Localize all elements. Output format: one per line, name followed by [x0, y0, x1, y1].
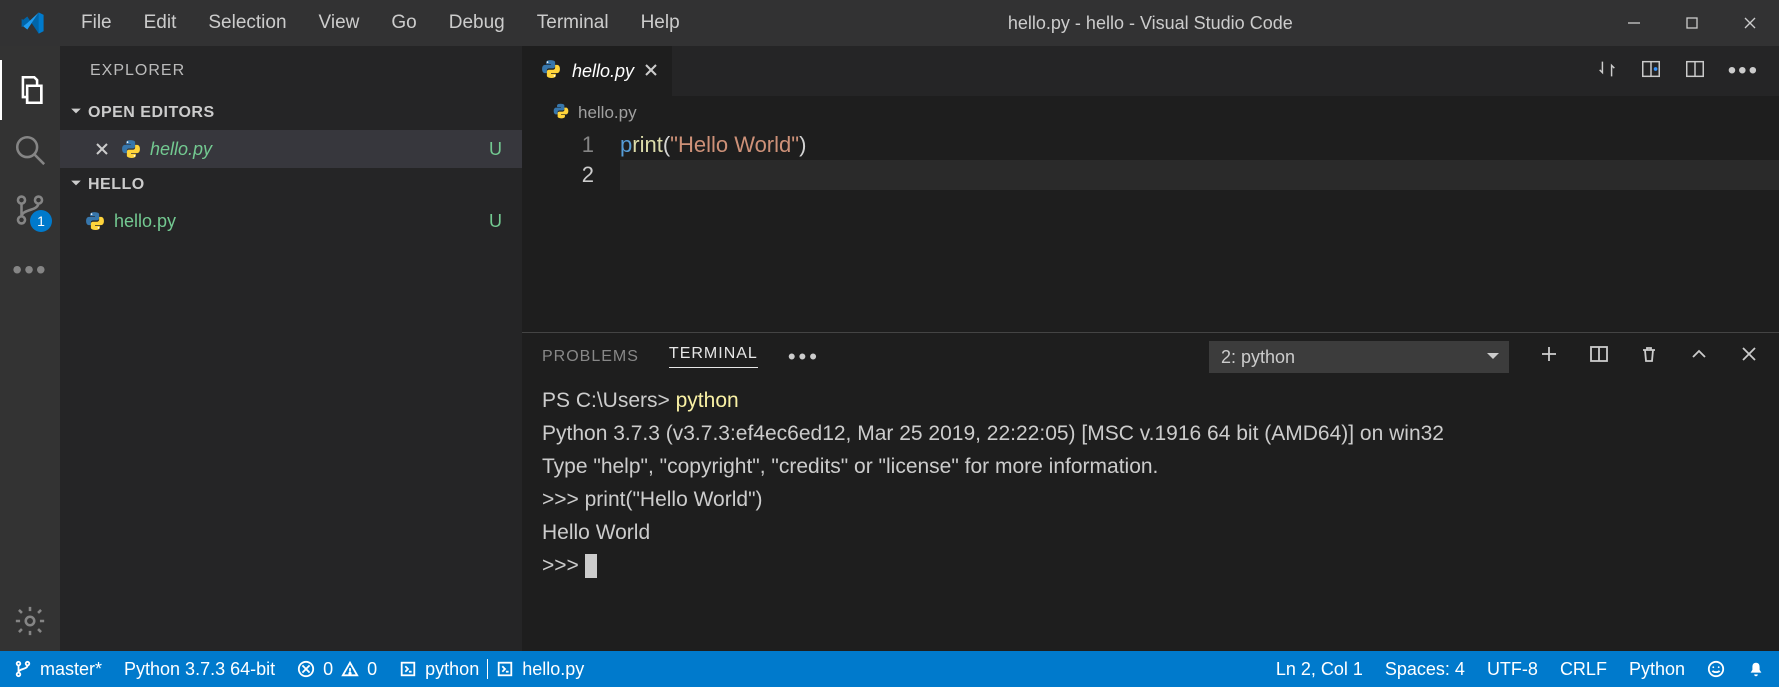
terminal-dropdown[interactable]: 2: python [1209, 341, 1509, 373]
chevron-down-icon [70, 176, 82, 194]
compare-changes-icon[interactable] [1596, 58, 1618, 85]
minimize-button[interactable] [1605, 0, 1663, 46]
status-run[interactable]: python hello.py [399, 659, 584, 680]
status-encoding[interactable]: UTF-8 [1487, 659, 1538, 680]
menu-terminal[interactable]: Terminal [521, 0, 625, 46]
scm-badge: 1 [30, 210, 52, 232]
editor-area: hello.py ••• hello.py 1 2 print( [522, 46, 1779, 651]
window-title: hello.py - hello - Visual Studio Code [696, 13, 1605, 34]
new-terminal-icon[interactable] [1539, 344, 1559, 369]
breadcrumb[interactable]: hello.py [522, 96, 1779, 130]
editor-tab[interactable]: hello.py [522, 46, 672, 96]
panel-tab-terminal[interactable]: TERMINAL [669, 345, 758, 368]
source-control-icon[interactable]: 1 [0, 180, 60, 240]
terminal-cursor [585, 554, 597, 578]
status-problems[interactable]: 0 0 [297, 659, 377, 680]
close-panel-icon[interactable] [1739, 344, 1759, 369]
window-controls [1605, 0, 1779, 46]
maximize-button[interactable] [1663, 0, 1721, 46]
status-bell-icon[interactable] [1747, 660, 1765, 678]
tab-close-icon[interactable] [644, 61, 658, 82]
status-python-env[interactable]: Python 3.7.3 64-bit [124, 659, 275, 680]
menu-file[interactable]: File [65, 0, 128, 46]
editor-actions: ••• [1596, 46, 1779, 96]
chevron-down-icon [70, 104, 82, 122]
folder-header[interactable]: HELLO [60, 168, 522, 202]
open-editors-section: OPEN EDITORS hello.py U [60, 96, 522, 168]
panel-tab-bar: PROBLEMS TERMINAL ••• 2: python [522, 332, 1779, 380]
status-bar: master* Python 3.7.3 64-bit 0 0 python h… [0, 651, 1779, 687]
search-icon[interactable] [0, 120, 60, 180]
maximize-panel-icon[interactable] [1689, 344, 1709, 369]
menu-edit[interactable]: Edit [128, 0, 193, 46]
open-editor-item[interactable]: hello.py U [60, 130, 522, 168]
menu-help[interactable]: Help [625, 0, 696, 46]
file-tree-item[interactable]: hello.py U [60, 202, 522, 240]
git-status-badge: U [489, 211, 502, 232]
git-status-badge: U [489, 139, 502, 160]
activity-overflow-icon[interactable]: ••• [0, 240, 60, 300]
open-changes-icon[interactable] [1640, 58, 1662, 85]
file-tree-filename: hello.py [114, 211, 489, 232]
menu-go[interactable]: Go [375, 0, 432, 46]
split-terminal-icon[interactable] [1589, 344, 1609, 369]
panel-tab-problems[interactable]: PROBLEMS [542, 348, 639, 366]
status-language[interactable]: Python [1629, 659, 1685, 680]
close-icon[interactable] [92, 143, 112, 155]
breadcrumb-file: hello.py [578, 103, 637, 123]
code-content[interactable]: print("Hello World") [620, 130, 1779, 331]
status-cursor[interactable]: Ln 2, Col 1 [1276, 659, 1363, 680]
status-feedback-icon[interactable] [1707, 660, 1725, 678]
tab-filename: hello.py [572, 61, 634, 82]
separator [487, 659, 488, 679]
title-bar: File Edit Selection View Go Debug Termin… [0, 0, 1779, 46]
python-file-icon [120, 138, 142, 160]
status-eol[interactable]: CRLF [1560, 659, 1607, 680]
panel-overflow-icon[interactable]: ••• [788, 344, 820, 370]
terminal-select[interactable]: 2: python [1209, 341, 1509, 373]
open-editors-label: OPEN EDITORS [88, 104, 215, 122]
close-button[interactable] [1721, 0, 1779, 46]
kill-terminal-icon[interactable] [1639, 344, 1659, 369]
menu-debug[interactable]: Debug [433, 0, 521, 46]
editor-more-icon[interactable]: ••• [1728, 57, 1759, 85]
python-file-icon [552, 102, 570, 125]
bottom-panel: PROBLEMS TERMINAL ••• 2: python PS C:\Us… [522, 331, 1779, 651]
menu-bar: File Edit Selection View Go Debug Termin… [65, 0, 696, 46]
activity-bar: 1 ••• [0, 46, 60, 651]
terminal-output[interactable]: PS C:\Users> python Python 3.7.3 (v3.7.3… [522, 380, 1779, 651]
status-branch[interactable]: master* [14, 659, 102, 680]
settings-gear-icon[interactable] [0, 591, 60, 651]
open-editors-header[interactable]: OPEN EDITORS [60, 96, 522, 130]
menu-selection[interactable]: Selection [192, 0, 302, 46]
python-file-icon [540, 58, 562, 85]
folder-section: HELLO hello.py U [60, 168, 522, 240]
code-editor[interactable]: 1 2 print("Hello World") [522, 130, 1779, 331]
explorer-title: EXPLORER [60, 46, 522, 96]
split-editor-icon[interactable] [1684, 58, 1706, 85]
line-gutter: 1 2 [522, 130, 620, 331]
folder-label: HELLO [88, 176, 145, 194]
menu-view[interactable]: View [303, 0, 376, 46]
open-editor-filename: hello.py [150, 139, 489, 160]
explorer-icon[interactable] [0, 60, 60, 120]
vscode-logo-icon [0, 10, 65, 36]
status-indent[interactable]: Spaces: 4 [1385, 659, 1465, 680]
explorer-sidebar: EXPLORER OPEN EDITORS hello.py U HELLO [60, 46, 522, 651]
python-file-icon [84, 210, 106, 232]
editor-tab-bar: hello.py ••• [522, 46, 1779, 96]
